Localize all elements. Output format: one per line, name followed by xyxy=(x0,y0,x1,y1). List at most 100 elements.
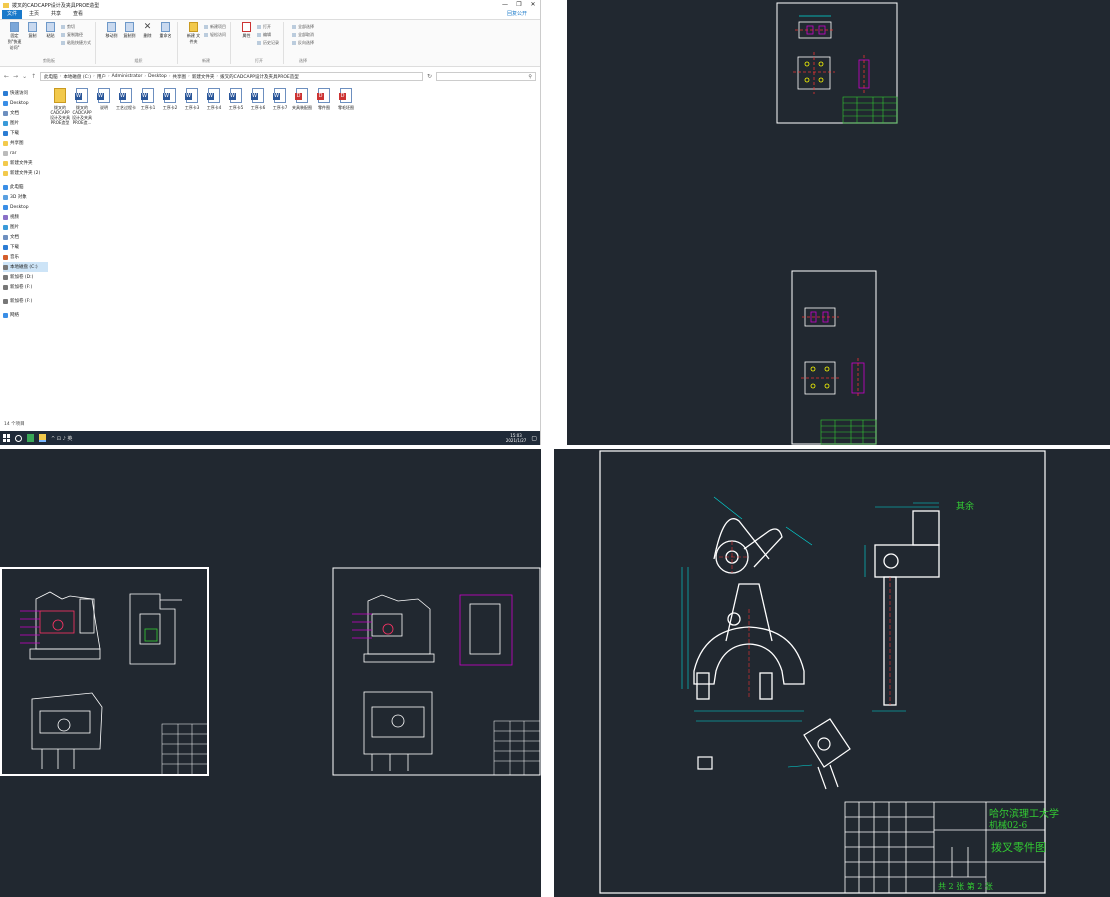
nav-item[interactable]: 新加卷 (F:) xyxy=(3,296,48,306)
file-item[interactable]: 说明 xyxy=(94,88,114,125)
select-none-button[interactable]: 全部取消 xyxy=(292,32,314,38)
taskbar-clock[interactable]: 15:03 2021/1/27 xyxy=(506,433,527,443)
rename-button[interactable]: 重命名 xyxy=(158,22,173,58)
cad-viewport-blank-drawing[interactable] xyxy=(567,0,1110,445)
nav-item[interactable]: 网络 xyxy=(3,310,48,320)
address-segment[interactable]: 此电脑 xyxy=(44,74,58,80)
notification-icon[interactable]: ▢ xyxy=(531,435,537,442)
ribbon-group-organize: 移动到 复制到 ✕ 删除 重命名 组织 xyxy=(100,22,178,64)
nav-item[interactable]: 下载 xyxy=(3,242,48,252)
file-item[interactable]: 零件图 xyxy=(314,88,334,125)
file-item[interactable]: 工序卡2 xyxy=(160,88,180,125)
nav-item[interactable]: 新加卷 (F:) xyxy=(3,282,48,292)
clock-date: 2021/1/27 xyxy=(505,438,527,443)
maximize-button[interactable]: ❐ xyxy=(512,0,526,10)
nav-item[interactable]: rar xyxy=(3,148,48,158)
edit-button[interactable]: 编辑 xyxy=(257,32,279,38)
search-taskbar-icon[interactable] xyxy=(15,434,22,442)
system-tray[interactable]: ^ ⊡ ♪ 英 xyxy=(51,435,72,442)
taskbar: ^ ⊡ ♪ 英 15:03 2021/1/27 ▢ xyxy=(0,431,540,445)
up-arrow-icon[interactable]: ↑ xyxy=(31,73,36,80)
close-button[interactable]: ✕ xyxy=(526,0,540,10)
cut-button[interactable]: 剪切 xyxy=(61,24,91,30)
tab-view[interactable]: 查看 xyxy=(68,10,88,19)
move-to-button[interactable]: 移动到 xyxy=(104,22,119,58)
nav-item[interactable]: 图片 xyxy=(3,222,48,232)
file-item[interactable]: 工序卡6 xyxy=(248,88,268,125)
minimize-button[interactable]: — xyxy=(498,0,512,10)
recent-chevron-icon[interactable]: ⌄ xyxy=(22,73,27,80)
help-link[interactable]: 回复公开 xyxy=(502,10,532,19)
properties-button[interactable]: 属性 xyxy=(239,22,254,58)
part-top-view xyxy=(795,15,835,39)
file-item[interactable]: 拨叉的CADCAPP设计及夹具PROE造... xyxy=(72,88,92,125)
address-segment[interactable]: 本地磁盘 (C:) xyxy=(63,74,91,80)
address-segment[interactable]: 用户 xyxy=(97,74,106,80)
nav-item[interactable]: 文档 xyxy=(3,232,48,242)
file-item[interactable]: 工序卡3 xyxy=(182,88,202,125)
nav-item[interactable]: 此电脑 xyxy=(3,182,48,192)
status-bar: 14 个项目 xyxy=(4,422,25,427)
file-item[interactable]: 工序卡1 xyxy=(138,88,158,125)
forward-arrow-icon[interactable]: → xyxy=(13,73,18,80)
nav-item[interactable]: 3D 对象 xyxy=(3,192,48,202)
address-segment[interactable]: Desktop xyxy=(148,74,167,79)
file-item[interactable]: 零毛坯图 xyxy=(336,88,356,125)
file-item[interactable]: 工序卡7 xyxy=(270,88,290,125)
file-item[interactable]: 工艺过程卡 xyxy=(116,88,136,125)
green-app-icon[interactable] xyxy=(27,434,34,442)
nav-item[interactable]: 新建文件夹 (2) xyxy=(3,168,48,178)
nav-item[interactable]: Desktop xyxy=(3,202,48,212)
copy-path-button[interactable]: 复制路径 xyxy=(61,32,91,38)
nav-item[interactable]: Desktop xyxy=(3,98,48,108)
nav-item[interactable]: 共享图 xyxy=(3,138,48,148)
nav-item-label: 图片 xyxy=(10,225,19,230)
search-input[interactable]: ⚲ xyxy=(436,72,536,81)
file-item[interactable]: 工序卡4 xyxy=(204,88,224,125)
address-bar[interactable]: 此电脑 › 本地磁盘 (C:) › 用户 › Administrator › Desktop › 共… xyxy=(40,72,423,81)
nav-item-label: 新加卷 (F:) xyxy=(10,285,33,290)
open-button[interactable]: 打开 xyxy=(257,24,279,30)
back-arrow-icon[interactable]: ← xyxy=(4,73,9,80)
nav-item[interactable]: 文档 xyxy=(3,108,48,118)
tab-share[interactable]: 共享 xyxy=(46,10,66,19)
paste-icon xyxy=(46,22,55,32)
easy-access-button[interactable]: 轻松访问 xyxy=(204,32,226,38)
address-segment[interactable]: 新建文件夹 xyxy=(192,74,215,80)
pin-quick-access-button[interactable]: 固定到"快速访问" xyxy=(7,22,22,58)
nav-item[interactable]: 音乐 xyxy=(3,252,48,262)
cad-viewport-fixture-assembly[interactable] xyxy=(0,449,541,897)
file-item[interactable]: 工序卡5 xyxy=(226,88,246,125)
file-item[interactable]: 拨叉的CADCAPP设计及夹具PROE造型 xyxy=(50,88,70,125)
drawing-sheet-frame xyxy=(776,2,898,124)
windows-start-icon[interactable] xyxy=(3,434,10,442)
part-side-view-2 xyxy=(851,358,865,398)
file-explorer-taskbar-icon[interactable] xyxy=(39,434,46,442)
file-item[interactable]: 夹具装配图 xyxy=(292,88,312,125)
nav-item[interactable]: 图片 xyxy=(3,118,48,128)
new-item-button[interactable]: 新建项目 xyxy=(204,24,226,30)
invert-selection-button[interactable]: 反向选择 xyxy=(292,40,314,46)
nav-item[interactable]: 本地磁盘 (C:) xyxy=(3,262,48,272)
tab-home[interactable]: 主页 xyxy=(24,10,44,19)
word-document-icon xyxy=(185,88,198,103)
new-folder-button[interactable]: 新建 文件夹 xyxy=(186,22,201,58)
copy-to-button[interactable]: 复制到 xyxy=(122,22,137,58)
delete-button[interactable]: ✕ 删除 xyxy=(140,22,155,58)
address-segment[interactable]: 拨叉的CADCAPP设计及夹具PROE造型 xyxy=(220,74,299,80)
address-segment[interactable]: 共享图 xyxy=(173,74,187,80)
refresh-icon[interactable]: ↻ xyxy=(427,73,432,80)
cad-viewport-part-drawing[interactable]: 哈尔滨理工大学 机械02-6 拨叉零件图 共 2 张 第 2 张 其余 xyxy=(554,449,1110,897)
nav-item[interactable]: 下载 xyxy=(3,128,48,138)
select-all-button[interactable]: 全部选择 xyxy=(292,24,314,30)
address-segment[interactable]: Administrator xyxy=(112,74,143,79)
copy-button[interactable]: 复制 xyxy=(25,22,40,58)
paste-button[interactable]: 粘贴 xyxy=(43,22,58,58)
paste-shortcut-button[interactable]: 粘贴快捷方式 xyxy=(61,40,91,46)
tab-file[interactable]: 文件 xyxy=(2,10,23,19)
nav-item[interactable]: 视频 xyxy=(3,212,48,222)
nav-item[interactable]: 新加卷 (D:) xyxy=(3,272,48,282)
nav-item[interactable]: 快速访问 xyxy=(3,88,48,98)
nav-item[interactable]: 新建文件夹 xyxy=(3,158,48,168)
history-button[interactable]: 历史记录 xyxy=(257,40,279,46)
